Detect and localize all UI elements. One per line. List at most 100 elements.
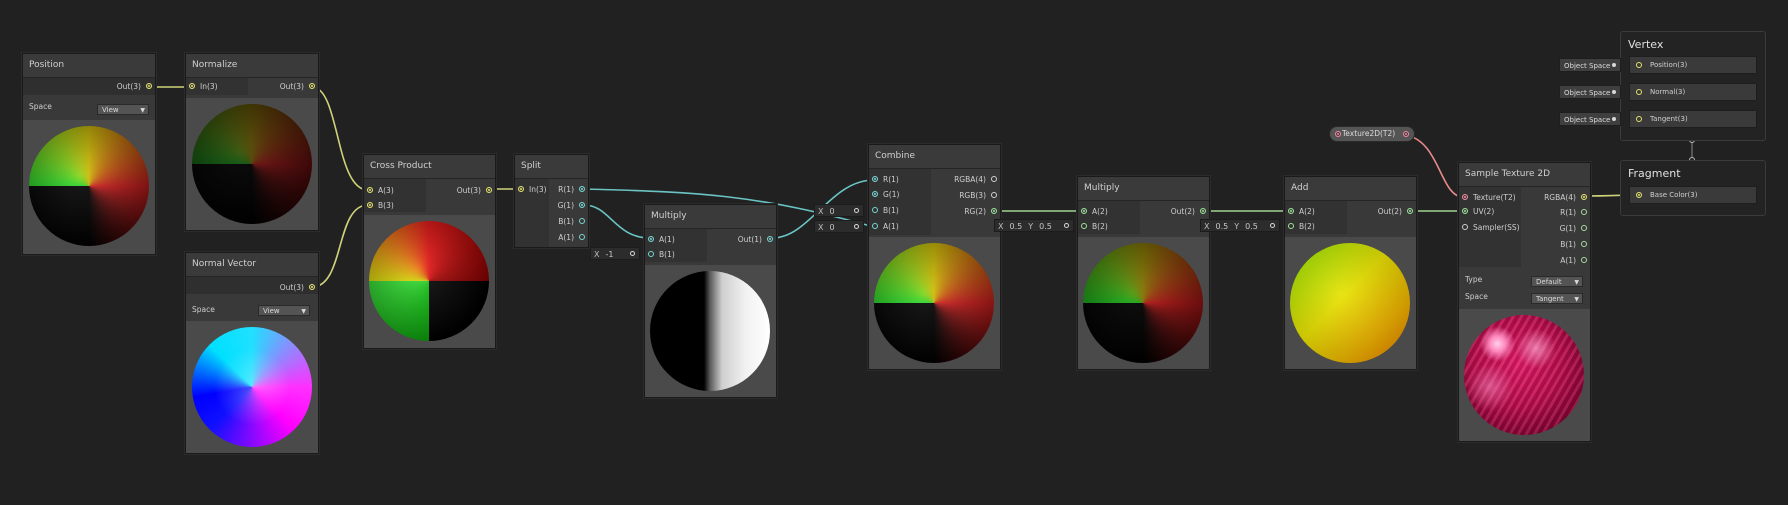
out-port[interactable]: Out(3) (280, 281, 318, 295)
in-port-b[interactable]: B(3) (364, 199, 394, 213)
node-title[interactable]: Multiply (1078, 177, 1209, 201)
out-port-a[interactable]: A(1) (558, 231, 588, 245)
out-port-g[interactable]: G(1) (1560, 222, 1590, 236)
port-dot-icon[interactable] (1462, 194, 1468, 200)
port-dot-icon[interactable] (579, 202, 585, 208)
out-port[interactable]: Out(3) (41, 80, 155, 94)
in-port-a[interactable]: A(2) (1285, 205, 1315, 219)
out-port-a[interactable]: A(1) (1560, 254, 1590, 268)
out-port-rgb[interactable]: RGB(3) (959, 189, 1000, 203)
port-dot-icon[interactable] (1581, 257, 1587, 263)
in-port-b[interactable]: B(2) (1078, 220, 1108, 234)
out-port-rgba[interactable]: RGBA(4) (954, 173, 1000, 187)
axis-value[interactable]: 0 (826, 221, 837, 234)
node-title[interactable]: Multiply (645, 205, 776, 229)
out-port-g[interactable]: G(1) (558, 199, 588, 213)
port-dot-icon[interactable] (1403, 131, 1409, 137)
in-port-g[interactable]: G(1) (869, 188, 899, 202)
node-title[interactable]: Combine (869, 145, 1000, 169)
port-dot-icon[interactable] (579, 218, 585, 224)
vertex-context[interactable]: Vertex Position(3) Normal(3) Tangent(3) (1620, 31, 1766, 141)
port-dot-icon[interactable] (146, 83, 152, 89)
vertex-slot-position[interactable]: Position(3) (1629, 56, 1757, 74)
normalize-node[interactable]: Normalize In(3) Out(3) (185, 53, 319, 231)
port-dot-icon[interactable] (579, 186, 585, 192)
out-port[interactable]: Out(3) (457, 184, 495, 198)
node-title[interactable]: Cross Product (364, 155, 495, 179)
node-title[interactable]: Normal Vector (186, 253, 318, 277)
in-port-uv[interactable]: UV(2) (1459, 205, 1494, 219)
node-title[interactable]: Split (515, 155, 588, 179)
texture2d-property-node[interactable]: Texture2D(T2) (1329, 126, 1415, 142)
split-node[interactable]: Split In(3) R(1) G(1) B(1) A(1) (514, 154, 589, 248)
out-port-r[interactable]: R(1) (1560, 206, 1590, 220)
axis-value[interactable]: -1 (602, 248, 616, 261)
port-dot-icon[interactable] (367, 187, 373, 193)
in-port-texture[interactable]: Texture(T2) (1459, 191, 1516, 205)
port-dot-icon[interactable] (1462, 224, 1468, 230)
in-port-sampler[interactable]: Sampler(SS) (1459, 221, 1520, 235)
out-port[interactable]: Out(2) (1378, 205, 1416, 219)
node-title[interactable]: Normalize (186, 54, 318, 78)
multiply1-b-input[interactable]: X -1 (590, 247, 640, 260)
node-title[interactable]: Position (23, 54, 155, 78)
space-dropdown[interactable]: View ▼ (97, 104, 149, 115)
port-dot-icon[interactable] (648, 236, 654, 242)
vertex-slot-normal[interactable]: Normal(3) (1629, 83, 1757, 101)
add-node[interactable]: Add A(2) B(2) Out(2) (1284, 176, 1417, 370)
out-port[interactable]: Out(1) (738, 233, 776, 247)
object-space-chip-normal[interactable]: Object Space (1559, 85, 1621, 99)
node-title[interactable]: Sample Texture 2D (1459, 163, 1590, 187)
in-port-a[interactable]: A(1) (869, 220, 899, 234)
axis-value[interactable]: 0.5 (1006, 220, 1025, 233)
port-dot-icon[interactable] (486, 187, 492, 193)
port-dot-icon[interactable] (518, 186, 524, 192)
fragment-context[interactable]: Fragment Base Color(3) (1620, 160, 1766, 216)
out-port-rgba[interactable]: RGBA(4) (1544, 191, 1590, 205)
position-node[interactable]: Position Out(3) Space View ▼ (22, 53, 156, 255)
out-port-b[interactable]: B(1) (1560, 238, 1590, 252)
port-dot-icon[interactable] (1581, 241, 1587, 247)
port-dot-icon[interactable] (309, 284, 315, 290)
port-dot-icon[interactable] (1581, 209, 1587, 215)
in-port-b[interactable]: B(1) (645, 248, 675, 262)
port-dot-icon[interactable] (1581, 225, 1587, 231)
port-dot-icon[interactable] (1636, 62, 1642, 68)
in-port-b[interactable]: B(1) (869, 204, 899, 218)
out-port[interactable]: Out(3) (280, 80, 318, 94)
space-dropdown[interactable]: View ▼ (258, 305, 310, 316)
add-b-input[interactable]: X 0.5 Y 0.5 (1200, 219, 1280, 232)
combine-b-input[interactable]: X0 (814, 204, 864, 217)
combine-node[interactable]: Combine R(1) G(1) B(1) A(1) RGBA(4) RGB(… (868, 144, 1001, 370)
port-dot-icon[interactable] (579, 234, 585, 240)
port-dot-icon[interactable] (1636, 192, 1642, 198)
sample-texture-2d-node[interactable]: Sample Texture 2D Texture(T2) UV(2) Samp… (1458, 162, 1591, 442)
in-port-a[interactable]: A(2) (1078, 205, 1108, 219)
port-dot-icon[interactable] (991, 208, 997, 214)
port-dot-icon[interactable] (872, 176, 878, 182)
port-dot-icon[interactable] (872, 191, 878, 197)
port-dot-icon[interactable] (872, 223, 878, 229)
port-dot-icon[interactable] (1081, 208, 1087, 214)
port-dot-icon[interactable] (367, 202, 373, 208)
out-port[interactable]: Out(2) (1171, 205, 1209, 219)
in-port-a[interactable]: A(1) (645, 233, 675, 247)
fragment-slot-base-color[interactable]: Base Color(3) (1629, 186, 1757, 204)
in-port-b[interactable]: B(2) (1285, 220, 1315, 234)
port-dot-icon[interactable] (1200, 208, 1206, 214)
port-dot-icon[interactable] (189, 83, 195, 89)
port-dot-icon[interactable] (1288, 223, 1294, 229)
out-port-rg[interactable]: RG(2) (964, 205, 1000, 219)
port-dot-icon[interactable] (991, 176, 997, 182)
port-dot-icon[interactable] (1462, 208, 1468, 214)
node-title[interactable]: Add (1285, 177, 1416, 201)
port-dot-icon[interactable] (648, 251, 654, 257)
cross-product-node[interactable]: Cross Product A(3) B(3) Out(3) (363, 154, 496, 349)
in-port-a[interactable]: A(3) (364, 184, 394, 198)
port-dot-icon[interactable] (309, 83, 315, 89)
vertex-slot-tangent[interactable]: Tangent(3) (1629, 110, 1757, 128)
shader-graph-canvas[interactable]: { "nodes": { "position": {"title": "Posi… (0, 0, 1788, 505)
combine-a-input[interactable]: X0 (814, 220, 864, 233)
multiply-node-1[interactable]: Multiply A(1) B(1) Out(1) (644, 204, 777, 398)
in-port[interactable]: In(3) (186, 80, 218, 94)
